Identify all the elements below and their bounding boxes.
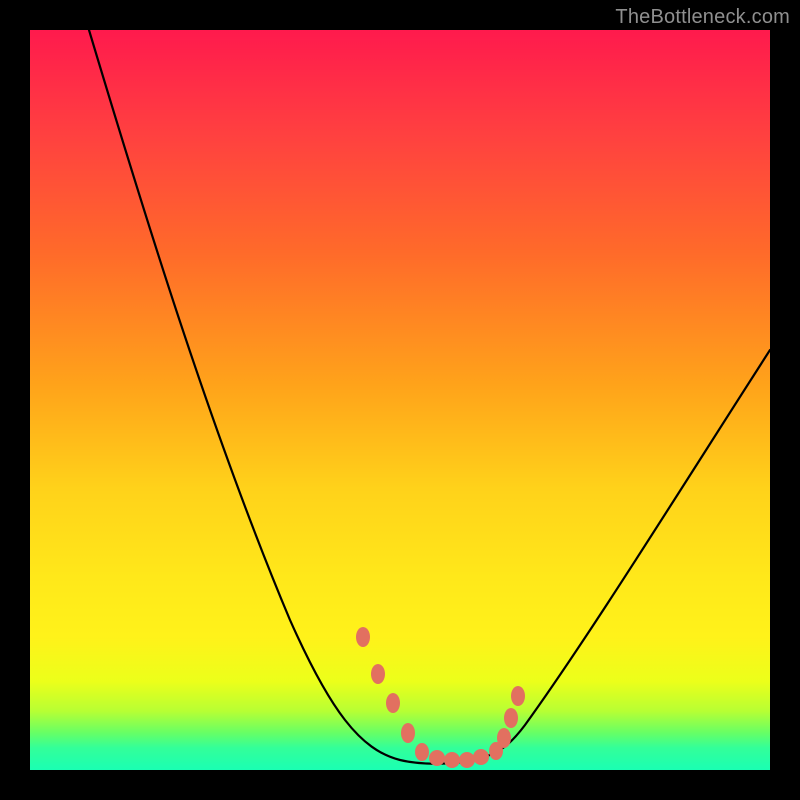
dot-13 [511,686,525,706]
curve-layer [30,30,770,770]
highlight-dots [356,627,525,768]
dot-8 [459,752,475,768]
dot-11 [497,728,511,748]
dot-9 [473,749,489,765]
chart-frame: TheBottleneck.com [0,0,800,800]
dot-2 [371,664,385,684]
dot-12 [504,708,518,728]
watermark-text: TheBottleneck.com [615,6,790,29]
dot-3 [386,693,400,713]
plot-area [30,30,770,770]
bottleneck-curve [89,30,770,764]
dot-4 [401,723,415,743]
dot-5 [415,743,429,761]
curve-path [89,30,770,764]
dot-7 [444,752,460,768]
dot-6 [429,750,445,766]
dot-1 [356,627,370,647]
